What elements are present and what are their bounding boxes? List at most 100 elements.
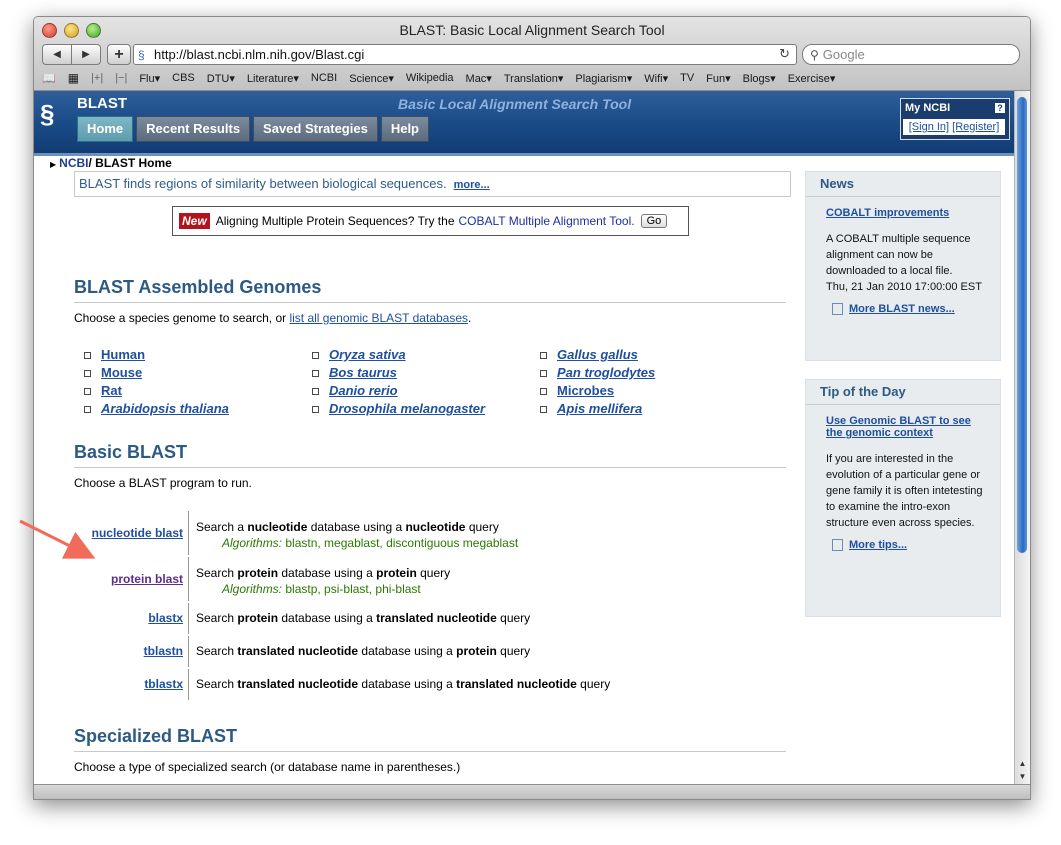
- program-desc: Search translated nucleotide database us…: [196, 677, 610, 691]
- program-link[interactable]: nucleotide blast: [92, 526, 183, 540]
- genome-link[interactable]: Pan troglodytes: [557, 364, 655, 382]
- bookmark-item[interactable]: Literature▾: [247, 72, 299, 85]
- genome-link[interactable]: Drosophila melanogaster: [329, 400, 485, 418]
- bookmark-item[interactable]: CBS: [172, 72, 195, 84]
- genome-link[interactable]: Arabidopsis thaliana: [101, 400, 229, 418]
- sign-in-link[interactable]: [Sign In]: [909, 121, 949, 133]
- bookmark-item[interactable]: Exercise▾: [788, 72, 836, 85]
- row-divider: [188, 511, 189, 555]
- desc-text: Search: [196, 611, 238, 625]
- bullet-icon: [540, 369, 547, 377]
- add-bookmark-button[interactable]: +: [107, 44, 131, 65]
- bookmark-item[interactable]: Science▾: [349, 72, 394, 85]
- my-ncbi-links: [Sign In] [Register]: [903, 119, 1005, 135]
- bookmark-item[interactable]: DTU▾: [207, 72, 235, 85]
- news-headline-link[interactable]: COBALT improvements: [826, 207, 986, 219]
- desc-bold: protein: [237, 566, 279, 580]
- search-field[interactable]: ⚲ Google: [802, 44, 1020, 65]
- list-genomic-databases-link[interactable]: list all genomic BLAST databases: [289, 311, 468, 325]
- bookmark-item[interactable]: Flu▾: [139, 72, 160, 85]
- cobalt-link[interactable]: COBALT Multiple Alignment Tool.: [459, 214, 635, 228]
- browser-window: BLAST: Basic Local Alignment Search Tool…: [33, 16, 1031, 800]
- desc-bold: translated nucleotide: [456, 677, 577, 691]
- bookmark-item[interactable]: Plagiarism▾: [575, 72, 632, 85]
- tab-recent-results[interactable]: Recent Results: [136, 116, 251, 142]
- go-button[interactable]: Go: [640, 214, 668, 228]
- reload-icon[interactable]: ↻: [779, 46, 790, 62]
- bullet-icon: [84, 405, 91, 413]
- ncbi-helix-logo-icon[interactable]: §: [40, 97, 64, 131]
- more-tips-link[interactable]: More tips...: [832, 539, 1000, 551]
- genome-link[interactable]: Microbes: [557, 382, 614, 400]
- tip-headline-link[interactable]: Use Genomic BLAST to see the genomic con…: [826, 415, 986, 439]
- vertical-scrollbar[interactable]: ▲ ▼: [1014, 91, 1030, 784]
- more-news-link[interactable]: More BLAST news...: [832, 303, 1000, 315]
- scroll-up-icon[interactable]: ▲: [1015, 758, 1030, 770]
- bookmark-item[interactable]: TV: [680, 72, 694, 84]
- genome-link[interactable]: Bos taurus: [329, 364, 397, 382]
- genome-link[interactable]: Rat: [101, 382, 122, 400]
- program-link[interactable]: protein blast: [111, 572, 183, 586]
- row-divider: [188, 603, 189, 634]
- list-item: Mouse: [84, 364, 229, 382]
- algorithms-line: Algorithms: blastp, psi-blast, phi-blast: [222, 582, 421, 596]
- bullet-icon: [84, 369, 91, 377]
- book-icon[interactable]: 📖: [42, 72, 56, 85]
- desc-text: query: [496, 644, 531, 658]
- bookmarklet-minus[interactable]: |−|: [115, 72, 127, 84]
- divider: [74, 467, 786, 468]
- list-item: Danio rerio: [312, 382, 485, 400]
- specialized-blast-desc: Choose a type of specialized search (or …: [74, 760, 461, 774]
- cobalt-promo: New Aligning Multiple Protein Sequences?…: [172, 206, 689, 236]
- tab-saved-strategies[interactable]: Saved Strategies: [253, 116, 378, 142]
- desc-text: database using a: [358, 644, 457, 658]
- blast-brand[interactable]: BLAST: [77, 95, 127, 112]
- breadcrumb-ncbi-link[interactable]: NCBI: [59, 156, 88, 170]
- scrollbar-thumb[interactable]: [1017, 97, 1027, 553]
- top-sites-grid-icon[interactable]: ▦: [68, 71, 79, 85]
- magnifier-icon: ⚲: [810, 47, 819, 62]
- assembled-desc: Choose a species genome to search, or li…: [74, 311, 471, 325]
- breadcrumb-current: BLAST Home: [91, 156, 172, 170]
- bookmark-item[interactable]: Mac▾: [466, 72, 492, 85]
- genome-link[interactable]: Gallus gallus: [557, 346, 638, 364]
- genome-link[interactable]: Mouse: [101, 364, 142, 382]
- program-link[interactable]: tblastx: [144, 677, 183, 691]
- document-icon: [832, 539, 843, 551]
- bullet-icon: [84, 387, 91, 395]
- help-icon[interactable]: ?: [995, 103, 1005, 113]
- tab-home[interactable]: Home: [77, 116, 134, 142]
- genome-link[interactable]: Oryza sativa: [329, 346, 406, 364]
- more-news-text: More BLAST news...: [849, 303, 955, 315]
- bookmark-item[interactable]: Fun▾: [706, 72, 730, 85]
- genome-link[interactable]: Danio rerio: [329, 382, 398, 400]
- list-item: Bos taurus: [312, 364, 485, 382]
- bookmark-item[interactable]: Wikipedia: [406, 72, 454, 84]
- program-link[interactable]: tblastn: [144, 644, 183, 658]
- desc-text: database using a: [307, 520, 406, 534]
- forward-button[interactable]: ▶: [72, 44, 101, 65]
- browser-toolbar: BLAST: Basic Local Alignment Search Tool…: [34, 17, 1030, 91]
- tip-panel: Tip of the Day Use Genomic BLAST to see …: [805, 379, 1001, 617]
- register-link[interactable]: [Register]: [952, 121, 999, 133]
- bookmark-item[interactable]: NCBI: [311, 72, 337, 84]
- news-title: News: [806, 172, 1000, 197]
- back-arrow-icon: ◀: [53, 49, 61, 60]
- desc-text: Search: [196, 566, 238, 580]
- bookmark-item[interactable]: Wifi▾: [644, 72, 668, 85]
- bookmarklet-plus[interactable]: |+|: [91, 72, 103, 84]
- genome-link[interactable]: Apis mellifera: [557, 400, 642, 418]
- intro-more-link[interactable]: more...: [454, 179, 490, 191]
- row-divider: [188, 636, 189, 667]
- bullet-icon: [540, 351, 547, 359]
- list-item: Microbes: [540, 382, 655, 400]
- bookmark-item[interactable]: Blogs▾: [743, 72, 776, 85]
- program-link[interactable]: blastx: [148, 611, 183, 625]
- address-bar[interactable]: § http://blast.ncbi.nlm.nih.gov/Blast.cg…: [133, 44, 797, 65]
- scroll-down-icon[interactable]: ▼: [1015, 771, 1030, 783]
- page-content: ▶ NCBI/ BLAST Home BLAST finds regions of…: [34, 156, 1014, 782]
- bookmark-item[interactable]: Translation▾: [504, 72, 564, 85]
- back-button[interactable]: ◀: [42, 44, 72, 65]
- genome-link[interactable]: Human: [101, 346, 145, 364]
- tab-help[interactable]: Help: [380, 116, 429, 142]
